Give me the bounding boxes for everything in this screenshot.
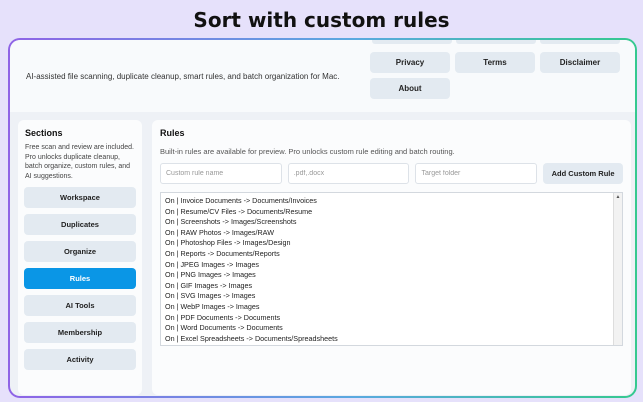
list-item[interactable]: On | Presentations -> Documents/Presenta… [165,344,622,345]
sidebar-item-duplicates[interactable]: Duplicates [24,214,136,235]
rules-panel: Rules Built-in rules are available for p… [152,120,631,395]
nav-stub [540,40,620,44]
app-window: AI-assisted file scanning, duplicate cle… [10,40,635,396]
top-bar: AI-assisted file scanning, duplicate cle… [10,40,635,112]
tagline: AI-assisted file scanning, duplicate cle… [26,72,340,81]
sidebar-description: Free scan and review are included. Pro u… [25,144,134,180]
headline: Sort with custom rules [193,8,450,32]
rules-list-content: On | Invoice Documents -> Documents/Invo… [161,193,622,345]
scroll-up-icon[interactable]: ▲ [614,193,622,202]
rules-list[interactable]: On | Invoice Documents -> Documents/Invo… [160,192,623,346]
list-item[interactable]: On | PNG Images -> Images [165,270,622,281]
rules-description: Built-in rules are available for preview… [160,147,455,156]
sidebar-item-workspace[interactable]: Workspace [24,187,136,208]
nav-stub [456,40,536,44]
sidebar: Sections Free scan and review are includ… [18,120,142,395]
list-item[interactable]: On | GIF Images -> Images [165,281,622,292]
list-item[interactable]: On | Resume/CV Files -> Documents/Resume [165,207,622,218]
list-item[interactable]: On | Invoice Documents -> Documents/Invo… [165,196,622,207]
list-item[interactable]: On | PDF Documents -> Documents [165,313,622,324]
app-frame: AI-assisted file scanning, duplicate cle… [8,38,637,398]
rule-extensions-input[interactable] [287,163,410,184]
list-item[interactable]: On | Excel Spreadsheets -> Documents/Spr… [165,334,622,345]
target-folder-input[interactable] [415,163,538,184]
sidebar-item-activity[interactable]: Activity [24,349,136,370]
list-item[interactable]: On | Word Documents -> Documents [165,323,622,334]
sidebar-title: Sections [25,128,63,138]
list-item[interactable]: On | JPEG Images -> Images [165,260,622,271]
rule-name-input[interactable] [160,163,282,184]
about-button[interactable]: About [370,78,450,99]
list-item[interactable]: On | SVG Images -> Images [165,291,622,302]
sidebar-item-organize[interactable]: Organize [24,241,136,262]
nav-stub [372,40,452,44]
sidebar-item-ai-tools[interactable]: AI Tools [24,295,136,316]
list-item[interactable]: On | Photoshop Files -> Images/Design [165,238,622,249]
rule-form: Add Custom Rule [160,163,624,184]
sidebar-item-rules[interactable]: Rules [24,268,136,289]
terms-button[interactable]: Terms [455,52,535,73]
rules-title: Rules [160,128,185,138]
list-item[interactable]: On | Reports -> Documents/Reports [165,249,622,260]
disclaimer-button[interactable]: Disclaimer [540,52,620,73]
list-item[interactable]: On | RAW Photos -> Images/RAW [165,228,622,239]
list-item[interactable]: On | WebP Images -> Images [165,302,622,313]
sidebar-item-membership[interactable]: Membership [24,322,136,343]
add-custom-rule-button[interactable]: Add Custom Rule [543,163,624,184]
list-item[interactable]: On | Screenshots -> Images/Screenshots [165,217,622,228]
scrollbar[interactable]: ▲ [613,193,622,345]
privacy-button[interactable]: Privacy [370,52,450,73]
